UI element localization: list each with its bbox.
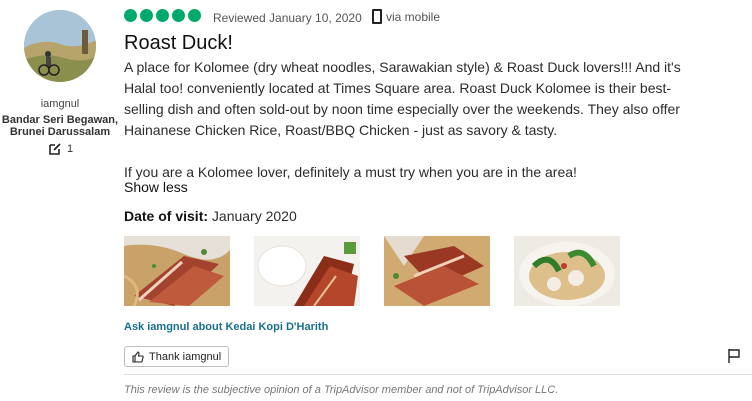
reviewer-location: Bandar Seri Begawan, Brunei Darussalam bbox=[1, 114, 119, 138]
review-title[interactable]: Roast Duck! bbox=[124, 32, 233, 55]
divider bbox=[124, 374, 752, 375]
via-mobile-label: via mobile bbox=[386, 9, 441, 24]
reviewed-date: Reviewed January 10, 2020 bbox=[213, 11, 362, 25]
rating-bubble bbox=[156, 9, 169, 22]
thank-button[interactable]: Thank iamgnul bbox=[124, 346, 230, 367]
contributions-count: 1 bbox=[48, 142, 73, 156]
rating-bubble bbox=[140, 9, 153, 22]
show-less-link[interactable]: Show less bbox=[124, 179, 188, 195]
contributions-value: 1 bbox=[67, 143, 74, 155]
edit-icon bbox=[49, 143, 61, 155]
review-disclaimer: This review is the subjective opinion of… bbox=[124, 384, 559, 396]
phone-icon bbox=[372, 9, 382, 24]
rating-bubble bbox=[172, 9, 185, 22]
date-of-visit-label: Date of visit: bbox=[124, 208, 209, 224]
via-mobile: via mobile bbox=[372, 9, 440, 24]
review-photo[interactable] bbox=[254, 236, 360, 306]
date-of-visit-value: January 2020 bbox=[211, 208, 297, 224]
review-photo[interactable] bbox=[384, 236, 490, 306]
flag-icon[interactable] bbox=[727, 348, 741, 364]
thank-button-label: Thank iamgnul bbox=[149, 350, 222, 363]
ask-reviewer-link[interactable]: Ask iamgnul about Kedai Kopi D'Harith bbox=[124, 321, 328, 333]
rating-bubble bbox=[124, 9, 137, 22]
rating-bubble bbox=[188, 9, 201, 22]
date-of-visit: Date of visit: January 2020 bbox=[124, 208, 297, 224]
review-photo[interactable] bbox=[514, 236, 620, 306]
reviewer-avatar[interactable] bbox=[24, 10, 96, 82]
thumbs-up-icon bbox=[132, 350, 144, 363]
review-text: A place for Kolomee (dry wheat noodles, … bbox=[124, 59, 681, 180]
rating-bubbles bbox=[124, 9, 201, 22]
review-photo[interactable] bbox=[124, 236, 230, 306]
reviewer-username[interactable]: iamgnul bbox=[0, 98, 120, 110]
